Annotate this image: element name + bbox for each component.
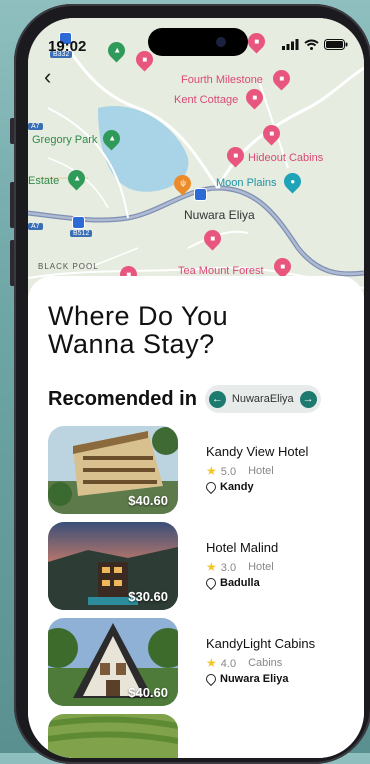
hotel-card[interactable]: $40.60 KandyLight Cabins ★ 4.0 Cabins Nuw… (48, 618, 348, 706)
dynamic-island (148, 28, 248, 56)
page-title: Where Do You Wanna Stay? (48, 302, 308, 358)
recommended-row: Recomended in ← NuwaraEliya → (48, 384, 321, 414)
hotel-rating: 3.0 (220, 562, 237, 574)
hotel-location: Badulla (203, 575, 260, 591)
hotel-meta: ★ 3.0 Hotel (206, 560, 274, 574)
battery-icon (324, 39, 348, 50)
headline-line-1: Where Do You (48, 301, 229, 331)
hotel-price: $40.60 (128, 685, 168, 700)
hotel-image: $40.60 (48, 426, 178, 514)
hotel-city: Badulla (220, 577, 260, 589)
status-time: 19:02 (48, 38, 87, 55)
map-label: Fourth Milestone (181, 74, 263, 86)
hotel-image: $30.60 (48, 522, 178, 610)
hotel-price: $40.60 (128, 493, 168, 508)
location-pin-icon (203, 479, 219, 495)
hotel-rating: 5.0 (220, 466, 237, 478)
bus-stop-icon[interactable] (72, 216, 85, 229)
location-pin-icon (203, 671, 219, 687)
map-label: Kent Cottage (174, 94, 239, 106)
status-icons (282, 39, 348, 50)
hotel-type: Hotel (248, 561, 274, 573)
map-label: Estate (28, 175, 60, 187)
wifi-icon (304, 39, 319, 50)
hotel-rating: 4.0 (220, 658, 237, 670)
map-label: Hideout Cabins (248, 152, 324, 164)
hotel-card[interactable]: $30.60 Hotel Malind ★ 3.0 Hotel Badulla (48, 522, 348, 610)
hotel-card[interactable] (48, 714, 348, 758)
bottom-sheet: Where Do You Wanna Stay? Recomended in ←… (28, 276, 364, 758)
hotel-meta: ★ 4.0 Cabins (206, 656, 282, 670)
hotel-card[interactable]: $40.60 Kandy View Hotel ★ 5.0 Hotel Kandy (48, 426, 348, 514)
star-icon: ★ (206, 464, 217, 478)
hotel-type: Hotel (248, 465, 274, 477)
hotel-city: Kandy (220, 481, 254, 493)
hotel-name: KandyLight Cabins (206, 636, 316, 651)
road-badge: B512 (70, 230, 93, 237)
location-pin-icon (203, 575, 219, 591)
signal-icon (282, 39, 299, 50)
hotel-name: Hotel Malind (206, 540, 279, 555)
arrow-left-icon[interactable]: ← (208, 390, 226, 408)
arrow-right-icon[interactable]: → (299, 390, 317, 408)
hotel-price: $30.60 (128, 589, 168, 604)
map-label: Moon Plains (216, 177, 277, 189)
star-icon: ★ (206, 656, 217, 670)
back-arrow-icon[interactable]: ‹ (44, 66, 51, 88)
headline-line-2: Wanna Stay? (48, 329, 215, 359)
recommended-title: Recomended in (48, 387, 197, 410)
hotel-image: $40.60 (48, 618, 178, 706)
hotel-location: Nuwara Eliya (203, 671, 289, 687)
app-screen: B332 B512 A7 A7 Fourth Milestone Kent Co… (28, 18, 364, 758)
star-icon: ★ (206, 560, 217, 574)
road-badge: A7 (28, 123, 43, 130)
camera-icon (216, 37, 226, 47)
map-label: BLACK POOL (38, 262, 99, 271)
road-badge: A7 (28, 223, 43, 230)
hotel-image (48, 714, 178, 758)
map-label: Gregory Park (32, 134, 98, 146)
location-label: NuwaraEliya (231, 393, 294, 405)
hotel-name: Kandy View Hotel (206, 444, 309, 459)
location-selector[interactable]: ← NuwaraEliya → (204, 385, 321, 413)
map-view[interactable]: B332 B512 A7 A7 Fourth Milestone Kent Co… (28, 18, 364, 318)
map-label: Nuwara Eliya (184, 208, 255, 222)
hotel-type: Cabins (248, 657, 283, 669)
hotel-city: Nuwara Eliya (220, 673, 289, 685)
hotel-location: Kandy (203, 479, 254, 495)
bus-stop-icon[interactable] (194, 188, 207, 201)
hotel-meta: ★ 5.0 Hotel (206, 464, 274, 478)
